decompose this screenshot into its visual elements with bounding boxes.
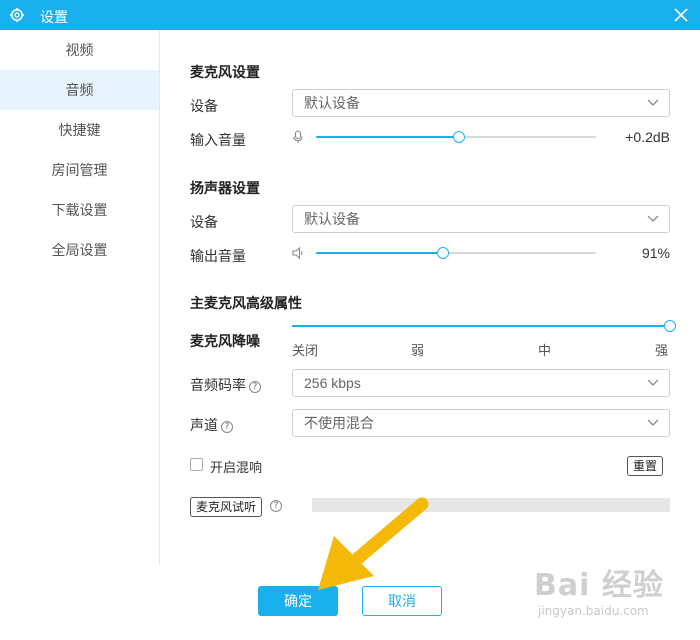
channel-select[interactable]: 不使用混合 [292, 409, 670, 437]
help-icon[interactable]: ? [249, 381, 261, 393]
noise-suppression-slider[interactable] [292, 320, 676, 332]
chevron-down-icon [647, 215, 659, 222]
slider-fill [316, 252, 444, 254]
bitrate-label-text: 音频码率 [190, 377, 246, 393]
speaker-icon [292, 246, 303, 260]
channel-value: 不使用混合 [304, 415, 374, 431]
output-volume-value: 91% [641, 245, 670, 261]
channel-label-text: 声道 [190, 417, 218, 433]
channel-label: 声道? [190, 415, 233, 435]
sidebar-item-download-settings[interactable]: 下载设置 [0, 190, 159, 230]
sidebar-item-shortcuts[interactable]: 快捷键 [0, 110, 159, 150]
sidebar-item-video[interactable]: 视频 [0, 30, 159, 70]
speaker-device-select[interactable]: 默认设备 [292, 205, 670, 233]
speaker-device-label: 设备 [190, 214, 218, 230]
chevron-down-icon [647, 419, 659, 426]
noise-suppression-label: 麦克风降噪 [190, 333, 260, 349]
slider-handle[interactable] [452, 131, 465, 143]
slider-handle[interactable] [664, 320, 676, 332]
input-volume-label: 输入音量 [190, 132, 246, 148]
speaker-device-value: 默认设备 [304, 211, 360, 227]
bitrate-label: 音频码率? [190, 375, 261, 395]
input-volume-value: +0.2dB [625, 129, 670, 145]
close-icon[interactable] [672, 6, 690, 24]
noise-level-strong[interactable]: 强 [655, 340, 668, 359]
slider-fill [292, 325, 670, 327]
mic-device-label: 设备 [190, 98, 218, 114]
help-icon[interactable]: ? [270, 500, 282, 512]
window-title: 设置 [40, 9, 68, 25]
slider-handle[interactable] [437, 247, 450, 259]
sidebar-item-audio[interactable]: 音频 [0, 70, 159, 110]
noise-level-weak[interactable]: 弱 [411, 340, 424, 359]
output-volume-label: 输出音量 [190, 248, 246, 264]
gear-icon [10, 8, 24, 22]
noise-level-off[interactable]: 关闭 [292, 340, 318, 359]
settings-sidebar: 视频 音频 快捷键 房间管理 下载设置 全局设置 [0, 30, 160, 565]
bitrate-select[interactable]: 256 kbps [292, 369, 670, 397]
chevron-down-icon [647, 379, 659, 386]
help-icon[interactable]: ? [221, 421, 233, 433]
mic-device-select[interactable]: 默认设备 [292, 89, 670, 117]
watermark-text: Bai 经验 [534, 568, 664, 603]
advanced-section-title: 主麦克风高级属性 [190, 295, 302, 311]
reverb-label[interactable]: 开启混响 [210, 457, 262, 476]
mic-device-value: 默认设备 [304, 95, 360, 111]
output-volume-slider[interactable] [316, 247, 596, 259]
bitrate-value: 256 kbps [304, 375, 361, 391]
mic-test-button[interactable]: 麦克风试听 [190, 497, 263, 517]
reset-button[interactable]: 重置 [626, 456, 663, 476]
annotation-arrow [318, 497, 429, 590]
chevron-down-icon [647, 99, 659, 106]
noise-level-medium[interactable]: 中 [538, 340, 551, 359]
microphone-section-title: 麦克风设置 [190, 64, 260, 80]
title-bar: 设置 [0, 0, 700, 30]
input-volume-slider[interactable] [316, 131, 596, 143]
slider-fill [316, 136, 459, 138]
baidu-watermark: Bai 经验 jingyan.baidu.com [534, 560, 694, 628]
microphone-icon [293, 130, 303, 143]
speaker-section-title: 扬声器设置 [190, 180, 260, 196]
reverb-checkbox[interactable] [190, 458, 203, 471]
watermark-url: jingyan.baidu.com [538, 604, 649, 618]
sidebar-item-global-settings[interactable]: 全局设置 [0, 230, 159, 270]
sidebar-item-room-management[interactable]: 房间管理 [0, 150, 159, 190]
